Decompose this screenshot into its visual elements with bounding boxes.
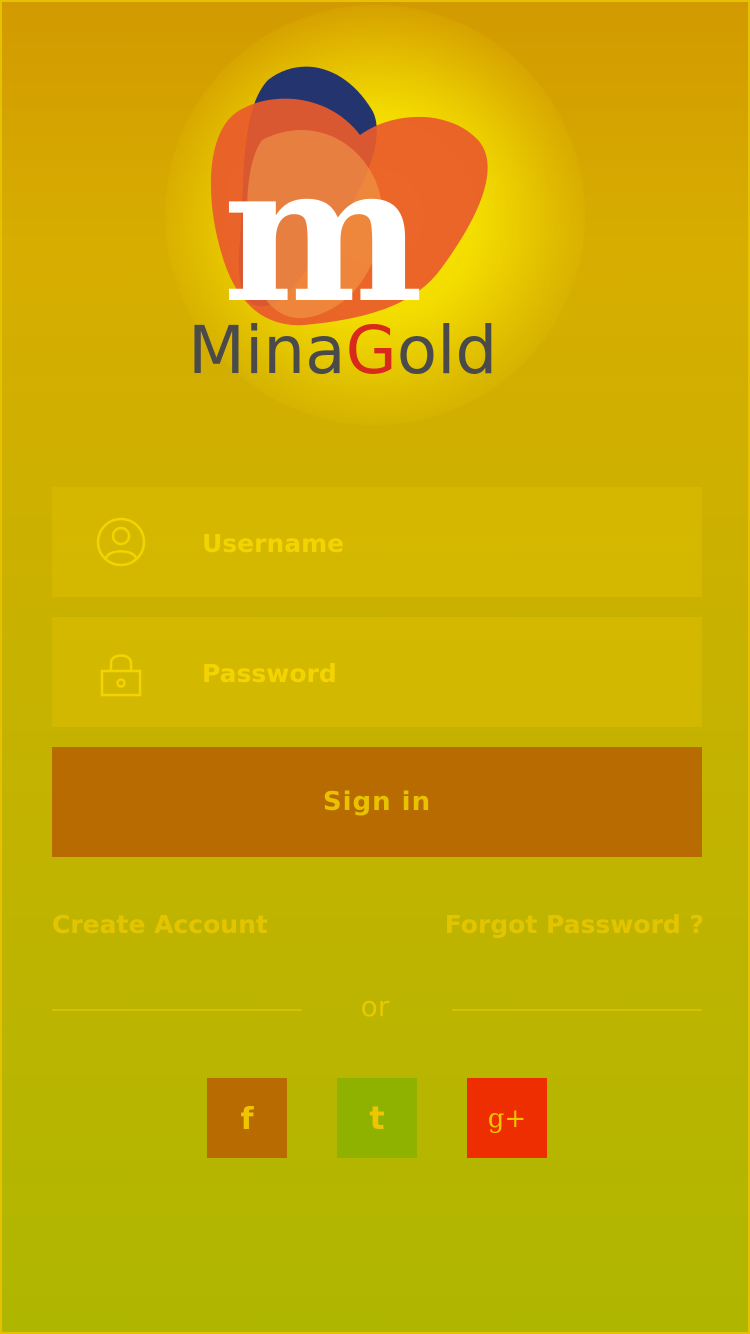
- username-field[interactable]: [52, 487, 702, 599]
- lock-icon: [100, 654, 142, 697]
- password-input[interactable]: [200, 617, 684, 729]
- user-icon: [96, 517, 146, 567]
- google-plus-icon: g+: [488, 1104, 526, 1134]
- username-input[interactable]: [200, 487, 684, 599]
- divider-right: [452, 1009, 702, 1011]
- svg-text:t: t: [369, 1099, 384, 1137]
- twitter-button[interactable]: t: [337, 1078, 417, 1158]
- google-plus-button[interactable]: g+: [467, 1078, 547, 1158]
- brand-name: MinaGold: [188, 312, 498, 389]
- facebook-icon: f: [240, 1102, 254, 1137]
- forgot-password-link[interactable]: Forgot Password ?: [445, 910, 704, 939]
- or-divider-text: or: [360, 990, 390, 1023]
- create-account-link[interactable]: Create Account: [52, 910, 268, 939]
- svg-text:g+: g+: [488, 1104, 526, 1134]
- password-field[interactable]: [52, 617, 702, 729]
- sign-in-button[interactable]: Sign in: [52, 747, 702, 857]
- divider-left: [52, 1009, 302, 1011]
- facebook-button[interactable]: f: [207, 1078, 287, 1158]
- twitter-icon: t: [369, 1099, 384, 1137]
- svg-text:f: f: [240, 1102, 254, 1137]
